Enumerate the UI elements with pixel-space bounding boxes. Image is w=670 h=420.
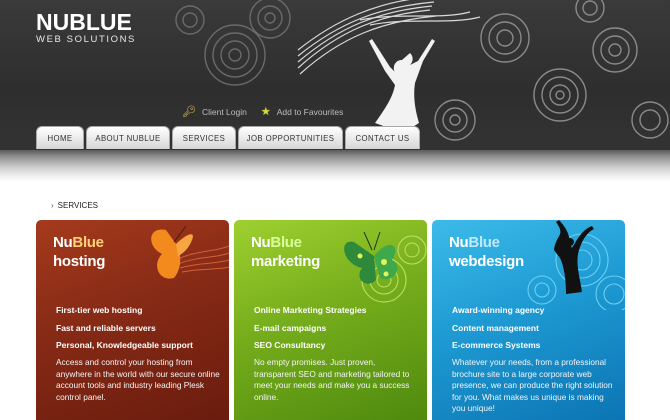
brand-blue: Blue	[468, 234, 500, 251]
feature-item: E-commerce Systems	[452, 340, 541, 350]
panel-title: NuBlue hosting	[53, 233, 105, 271]
panel-marketing[interactable]: NuBlue marketing Online Marketing Strate…	[234, 220, 427, 420]
nav-tab-jobs[interactable]: JOB OPPORTUNITIES	[238, 126, 343, 149]
nav-tab-services[interactable]: SERVICES	[172, 126, 236, 149]
feature-item: Personal, Knowledgeable support	[56, 340, 193, 350]
client-login-label: Client Login	[201, 107, 247, 117]
star-icon: ★	[260, 105, 271, 118]
main-nav: HOME ABOUT NUBLUE SERVICES JOB OPPORTUNI…	[36, 126, 422, 149]
panel-title-sub: hosting	[53, 253, 106, 270]
nav-tab-contact[interactable]: CONTACT US	[345, 126, 420, 149]
feature-list: First-tier web hosting Fast and reliable…	[56, 302, 193, 355]
logo-wordmark: NUBLUE	[36, 9, 132, 35]
feature-list: Online Marketing Strategies E-mail campa…	[254, 302, 366, 355]
add-to-favourites-link[interactable]: ★ Add to Favourites	[260, 105, 344, 118]
panel-hosting[interactable]: NuBlue hosting First-tier web hosting Fa…	[36, 220, 229, 420]
nav-tab-home[interactable]: HOME	[36, 126, 84, 149]
feature-item: Content management	[452, 322, 539, 333]
top-links: 🔑︎ Client Login ★ Add to Favourites	[182, 104, 357, 120]
header: NUBLUE WEB SOLUTIONS 🔑︎ Client Login ★ A…	[0, 0, 670, 150]
panel-description: No empty promises. Just proven, transpar…	[254, 357, 410, 402]
chevron-right-icon: ›	[51, 201, 54, 210]
add-to-favourites-label: Add to Favourites	[276, 107, 344, 117]
panel-title-sub: webdesign	[449, 253, 524, 270]
brand-nu: Nu	[251, 234, 271, 251]
breadcrumb-current[interactable]: SERVICES	[58, 201, 98, 210]
key-icon: 🔑︎	[182, 105, 196, 118]
page: NUBLUE WEB SOLUTIONS 🔑︎ Client Login ★ A…	[0, 0, 670, 420]
feature-item: SEO Consultancy	[254, 340, 326, 350]
brand-blue: Blue	[270, 234, 302, 251]
logo[interactable]: NUBLUE WEB SOLUTIONS	[36, 10, 136, 45]
brand-nu: Nu	[53, 234, 73, 251]
feature-item: Award-winning agency	[452, 305, 545, 315]
feature-item: E-mail campaigns	[254, 322, 327, 333]
feature-item: First-tier web hosting	[56, 305, 143, 315]
panel-webdesign[interactable]: NuBlue webdesign Award-winning agency Co…	[432, 220, 625, 420]
brand-nu: Nu	[449, 234, 469, 251]
breadcrumb: › SERVICES	[51, 201, 98, 210]
panel-description: Access and control your hosting from any…	[56, 357, 220, 402]
figure-silhouette	[369, 39, 435, 133]
brand-blue: Blue	[72, 234, 104, 251]
feature-item: Online Marketing Strategies	[254, 305, 367, 315]
nav-tab-about[interactable]: ABOUT NUBLUE	[86, 126, 170, 149]
panel-title: NuBlue webdesign	[449, 233, 524, 271]
feature-list: Award-winning agency Content management …	[452, 302, 544, 355]
panel-title-sub: marketing	[251, 253, 320, 270]
logo-tagline: WEB SOLUTIONS	[36, 34, 136, 45]
panel-title: NuBlue marketing	[251, 233, 320, 271]
client-login-link[interactable]: 🔑︎ Client Login	[182, 105, 247, 118]
panel-description: Whatever your needs, from a professional…	[452, 357, 613, 413]
feature-item: Fast and reliable servers	[56, 322, 156, 333]
header-gradient-band	[0, 150, 670, 182]
